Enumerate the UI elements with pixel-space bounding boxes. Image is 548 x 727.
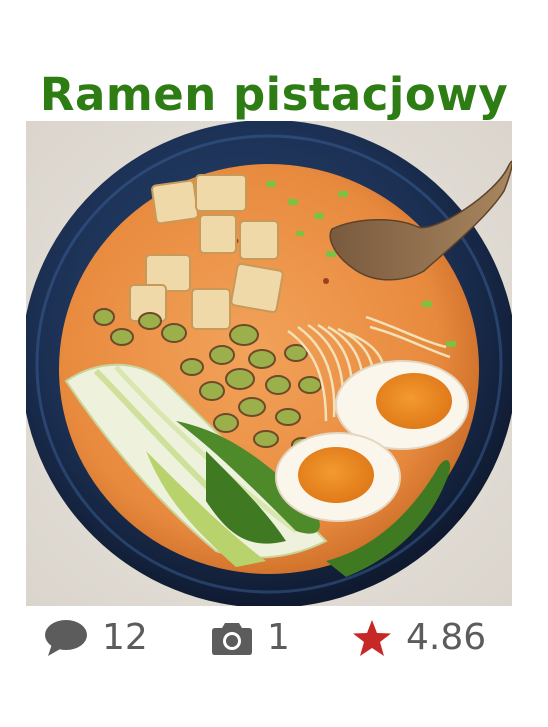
rating-value: 4.86 bbox=[406, 617, 487, 658]
recipe-title: Ramen pistacjowy bbox=[39, 68, 509, 122]
comments-count: 12 bbox=[102, 617, 148, 658]
photos-stat[interactable]: 1 bbox=[211, 606, 290, 670]
comments-stat[interactable]: 12 bbox=[44, 606, 148, 670]
camera-icon bbox=[211, 620, 253, 656]
photos-count: 1 bbox=[267, 617, 290, 658]
recipe-photo[interactable] bbox=[26, 121, 512, 606]
comment-icon bbox=[44, 618, 88, 658]
rating-stat[interactable]: 4.86 bbox=[352, 606, 486, 670]
star-icon bbox=[352, 619, 392, 657]
recipe-stats: 12 1 4.86 bbox=[0, 606, 548, 670]
